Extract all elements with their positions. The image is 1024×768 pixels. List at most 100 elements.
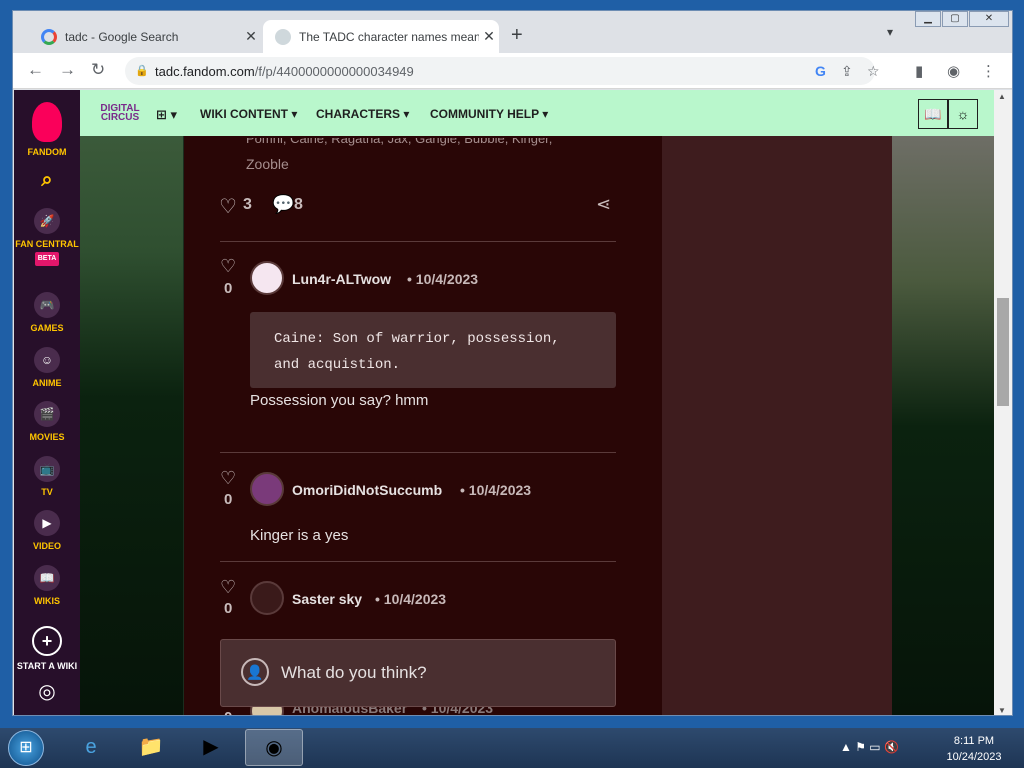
profile-icon[interactable]: ◉ bbox=[947, 62, 960, 80]
sidebar-item-games[interactable]: 🎮 GAMES bbox=[14, 292, 80, 334]
post-body-tail: Zooble bbox=[246, 156, 289, 172]
reply-username[interactable]: Saster sky bbox=[292, 591, 362, 607]
reply-date: • 10/4/2023 bbox=[375, 591, 447, 607]
clock-time: 8:11 PM bbox=[953, 735, 995, 747]
lock-icon: 🔒 bbox=[135, 65, 149, 77]
avatar[interactable] bbox=[250, 581, 284, 615]
sidebar-item-tv[interactable]: 📺 TV bbox=[14, 456, 80, 498]
google-icon bbox=[41, 28, 57, 45]
play-icon: ▶ bbox=[34, 510, 60, 536]
fandom-icon bbox=[275, 28, 291, 45]
reply-username[interactable]: OmoriDidNotSuccumb bbox=[292, 482, 442, 498]
clock-date: 10/24/2023 bbox=[946, 751, 1002, 763]
scrollbar-thumb[interactable] bbox=[997, 298, 1009, 406]
reading-mode-icon[interactable]: 📖 bbox=[918, 99, 948, 129]
post-comment-icon[interactable]: 💬 bbox=[272, 194, 294, 215]
reply-text: Kinger is a yes bbox=[250, 527, 349, 544]
new-tab-button[interactable]: + bbox=[511, 24, 523, 47]
fandom-flame-icon bbox=[32, 102, 62, 142]
reply-vote-count: 0 bbox=[224, 280, 233, 297]
tab-google-search[interactable]: tadc - Google Search ✕ bbox=[29, 20, 261, 53]
menu-kebab-icon[interactable]: ⋮ bbox=[981, 62, 996, 80]
discussion-column bbox=[184, 136, 662, 715]
sidebar-item-start-a-wiki[interactable]: + START A WIKI bbox=[14, 626, 80, 672]
beta-badge: BETA bbox=[34, 252, 60, 266]
internet-explorer-icon[interactable]: e bbox=[62, 729, 120, 766]
theme-toggle-icon[interactable]: ☼ bbox=[948, 99, 978, 129]
close-window-button[interactable]: ✕ bbox=[969, 11, 1009, 27]
reply-vote-count: 0 bbox=[224, 709, 232, 715]
google-lens-icon[interactable]: G bbox=[815, 63, 826, 79]
reply-placeholder: What do you think? bbox=[281, 663, 427, 682]
reply-text: Possession you say? hmm bbox=[250, 392, 429, 409]
tab-title: tadc - Google Search bbox=[65, 29, 179, 44]
clock[interactable]: 8:11 PM 10/24/2023 bbox=[936, 733, 1012, 765]
address-bar[interactable]: 🔒 tadc.fandom.com/f/p/440000000000003494… bbox=[125, 57, 880, 85]
post-comment-count: 8 bbox=[294, 196, 303, 213]
fandom-logo[interactable]: FANDOM bbox=[14, 102, 80, 158]
avatar[interactable] bbox=[250, 261, 284, 295]
tab-strip: tadc - Google Search ✕ The TADC characte… bbox=[13, 11, 1012, 53]
page-scrollbar[interactable]: ▲ ▼ bbox=[994, 90, 1012, 715]
user-avatar-icon: 👤 bbox=[241, 658, 269, 686]
anime-face-icon: ☺ bbox=[34, 347, 60, 373]
tv-icon: 📺 bbox=[34, 456, 60, 482]
sidebar-item-fan-central[interactable]: 🚀 FAN CENTRAL BETA bbox=[14, 208, 80, 266]
close-tab-icon[interactable]: ✕ bbox=[479, 28, 499, 45]
side-panel-icon[interactable]: ▮ bbox=[915, 62, 923, 80]
file-explorer-icon[interactable]: 📁 bbox=[122, 729, 180, 766]
user-account-icon[interactable]: ◎ bbox=[14, 682, 80, 702]
rocket-icon: 🚀 bbox=[34, 208, 60, 234]
sidebar-item-anime[interactable]: ☺ ANIME bbox=[14, 347, 80, 389]
plus-icon: + bbox=[32, 626, 62, 656]
bookmark-star-icon[interactable]: ☆ bbox=[867, 63, 880, 80]
chrome-taskbar-icon[interactable]: ◉ bbox=[245, 729, 303, 766]
reply-vote-count: 0 bbox=[224, 600, 233, 617]
tab-tadc-post[interactable]: The TADC character names mean ✕ bbox=[263, 20, 499, 53]
sidebar-item-wikis[interactable]: 📖 WIKIS bbox=[14, 565, 80, 607]
gamepad-icon: 🎮 bbox=[34, 292, 60, 318]
post-partial-line: Pomni, Caine, Ragatha, Jax, Gangle, Bubb… bbox=[246, 138, 553, 146]
close-tab-icon[interactable]: ✕ bbox=[241, 28, 261, 45]
tab-search-chevron-icon[interactable]: ▾ bbox=[887, 25, 893, 39]
search-icon[interactable]: ⌕ bbox=[14, 170, 80, 190]
nav-wiki-content[interactable]: WIKI CONTENT ▾ bbox=[200, 107, 297, 121]
sidebar-item-movies[interactable]: 🎬 MOVIES bbox=[14, 401, 80, 443]
divider bbox=[220, 452, 616, 453]
scroll-down-icon[interactable]: ▼ bbox=[998, 706, 1006, 715]
reply-like-icon[interactable]: ♡ bbox=[220, 468, 236, 489]
minimize-button[interactable]: ▁ bbox=[915, 11, 941, 27]
divider bbox=[220, 561, 616, 562]
reload-icon[interactable]: ↻ bbox=[91, 60, 105, 80]
reply-like-icon[interactable]: ♡ bbox=[220, 577, 236, 598]
post-like-icon[interactable]: ♡ bbox=[219, 194, 237, 219]
url-text: tadc.fandom.com/f/p/4400000000000034949 bbox=[155, 64, 414, 79]
reply-username[interactable]: Lun4r-ALTwow bbox=[292, 271, 391, 287]
fandom-global-nav: FANDOM ⌕ 🚀 FAN CENTRAL BETA 🎮 GAMES ☺ AN… bbox=[14, 90, 80, 715]
browser-toolbar: ← → ↻ 🔒 tadc.fandom.com/f/p/440000000000… bbox=[13, 53, 1012, 89]
avatar[interactable] bbox=[250, 472, 284, 506]
share-icon[interactable]: ⋖ bbox=[596, 194, 611, 215]
scroll-up-icon[interactable]: ▲ bbox=[998, 92, 1006, 101]
reply-quote: Caine: Son of warrior, possession, and a… bbox=[250, 312, 616, 388]
wiki-logo[interactable]: DIGITAL CIRCUS bbox=[100, 104, 140, 123]
divider bbox=[220, 241, 616, 242]
maximize-button[interactable]: ▢ bbox=[942, 11, 968, 27]
system-tray-icons[interactable]: ▲ ⚑ ▭ 🔇 bbox=[840, 740, 899, 754]
sidebar-item-video[interactable]: ▶ VIDEO bbox=[14, 510, 80, 552]
back-icon[interactable]: ← bbox=[27, 60, 44, 80]
reply-date: • 10/4/2023 bbox=[407, 271, 479, 287]
start-button[interactable]: ⊞ bbox=[8, 730, 44, 766]
windows-taskbar: ⊞ e 📁 ▶ ◉ ▲ ⚑ ▭ 🔇 8:11 PM 10/24/2023 bbox=[0, 728, 1024, 768]
forward-icon[interactable]: → bbox=[59, 60, 76, 80]
reply-input[interactable]: 👤 What do you think? bbox=[220, 639, 616, 707]
background-art-right bbox=[892, 136, 995, 715]
media-player-icon[interactable]: ▶ bbox=[182, 729, 240, 766]
wiki-home-icon[interactable]: ⊞ ▾ bbox=[156, 107, 177, 123]
nav-community-help[interactable]: COMMUNITY HELP ▾ bbox=[430, 107, 548, 121]
background-art-left bbox=[80, 136, 183, 715]
share-icon[interactable]: ⇪ bbox=[841, 63, 853, 80]
nav-characters[interactable]: CHARACTERS ▾ bbox=[316, 107, 409, 121]
reply-date: • 10/4/2023 bbox=[460, 482, 532, 498]
reply-like-icon[interactable]: ♡ bbox=[220, 256, 236, 277]
